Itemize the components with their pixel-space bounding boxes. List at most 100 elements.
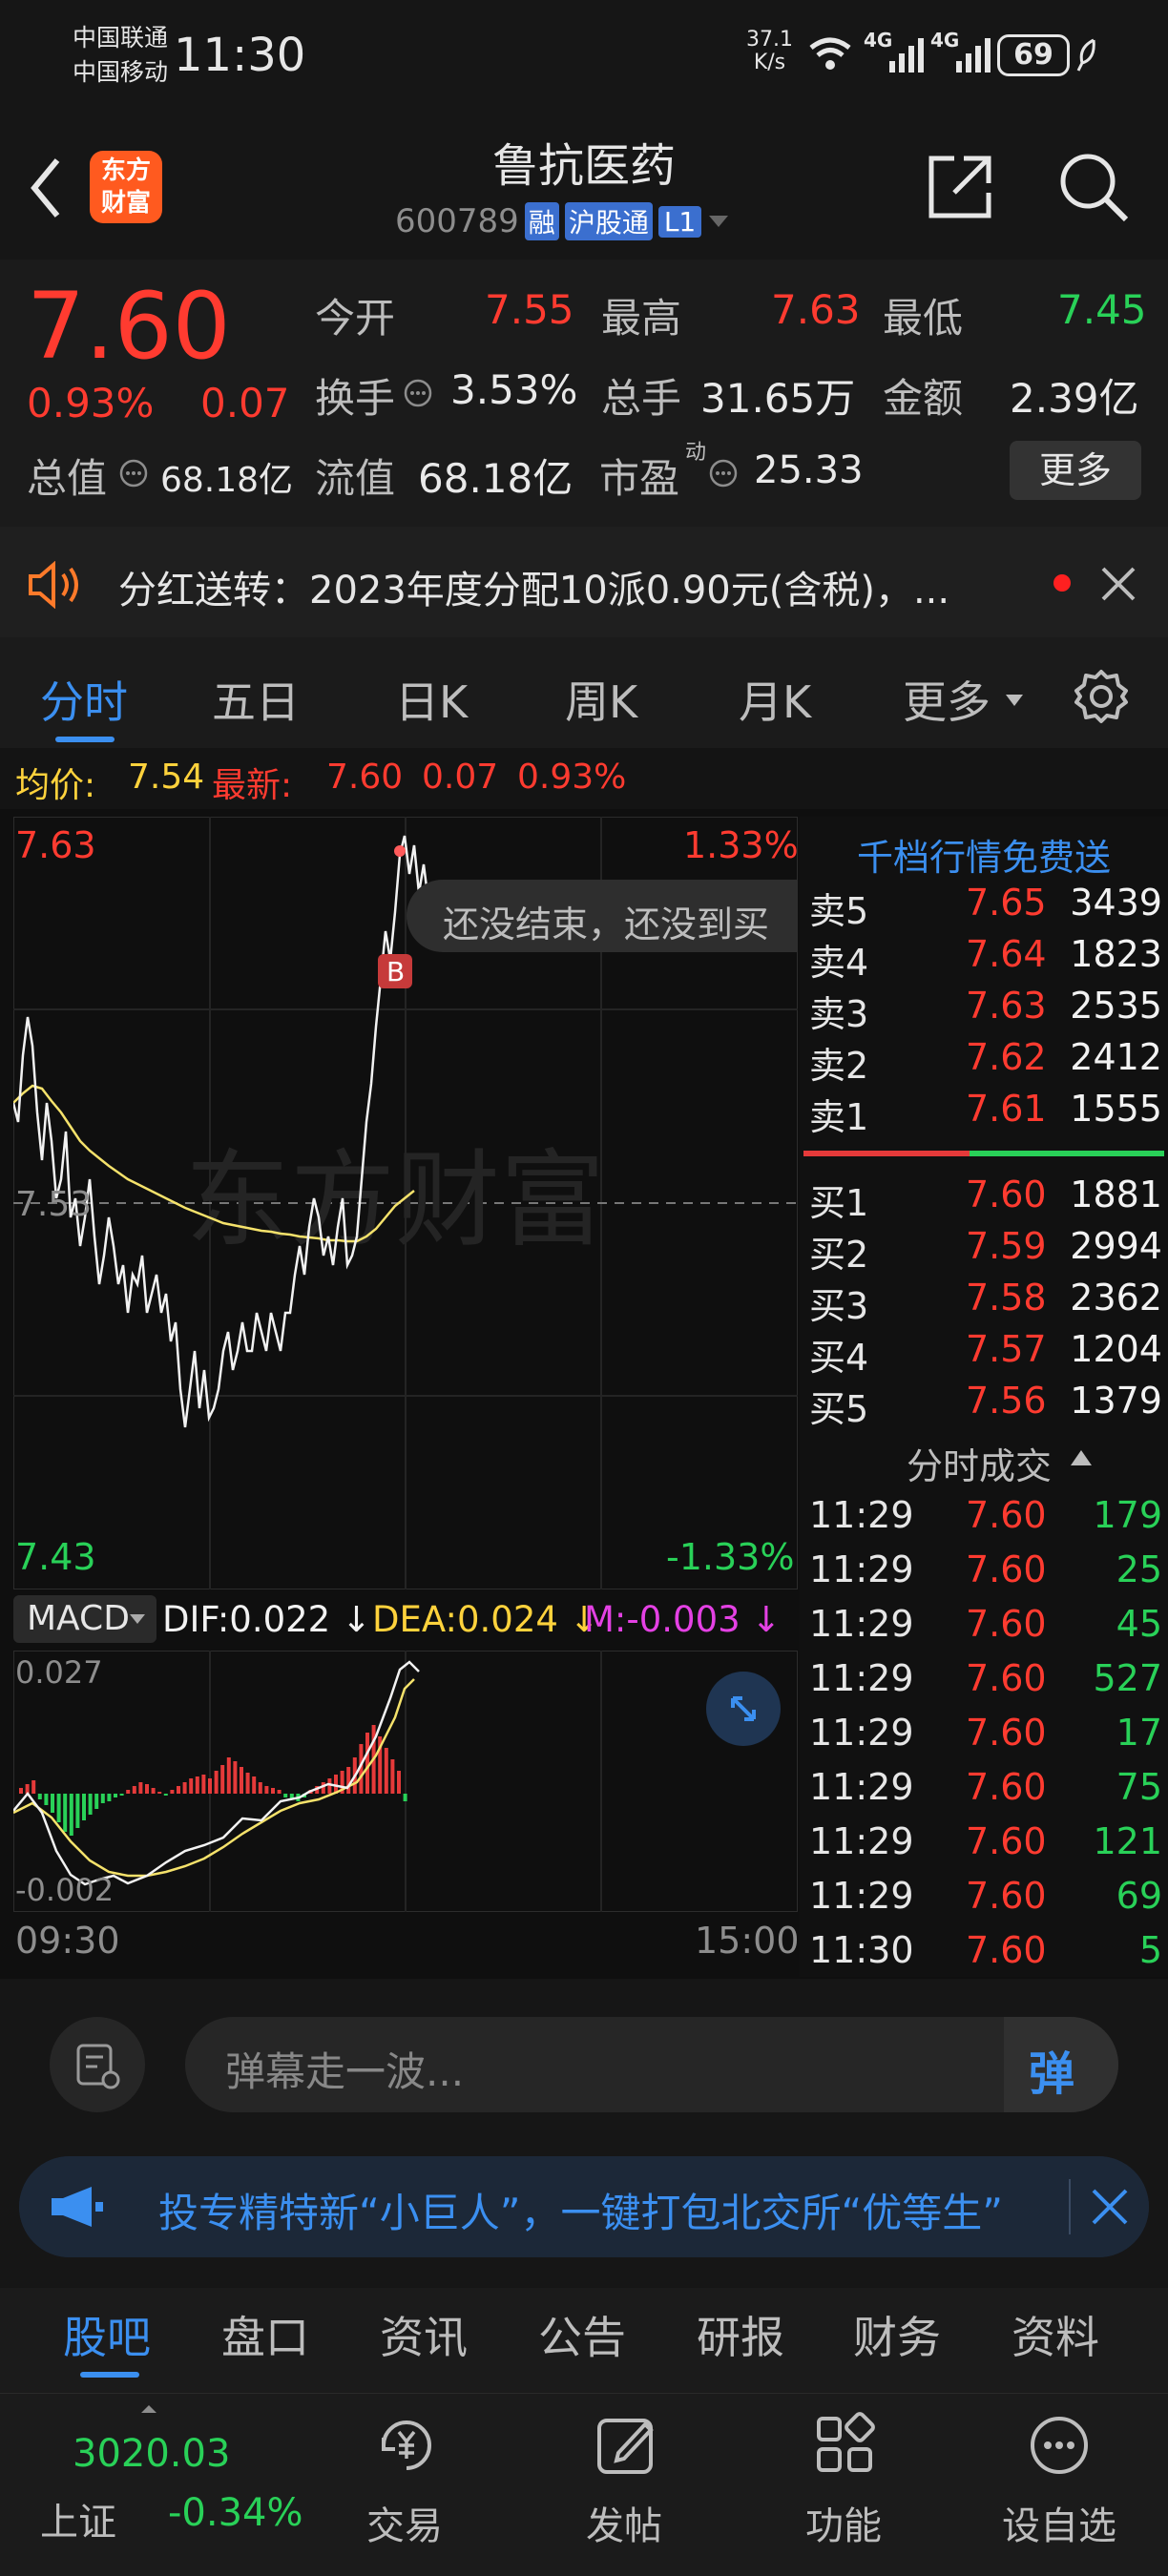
trade-row[interactable]: 11:29 7.60 17	[803, 1712, 1168, 1766]
ask-row[interactable]: 卖2 7.62 2412	[803, 1036, 1168, 1088]
ask-row[interactable]: 卖4 7.64 1823	[803, 933, 1168, 985]
subtab-indicator	[80, 2372, 139, 2378]
tab-orderbook[interactable]: 盘口	[221, 2303, 309, 2366]
post-button[interactable]: 发帖	[563, 2403, 687, 2566]
ask-row[interactable]: 卖5 7.65 3439	[803, 882, 1168, 933]
ad-divider	[1069, 2179, 1071, 2234]
trade-row[interactable]: 11:29 7.60 25	[803, 1548, 1168, 1603]
tab-forum[interactable]: 股吧	[63, 2303, 151, 2366]
features-button[interactable]: 功能	[782, 2403, 907, 2566]
gear-icon[interactable]	[1073, 668, 1130, 725]
bid-ratio-bar	[970, 1151, 1164, 1156]
index-ticker[interactable]: 3020.03 上证 -0.34%	[19, 2403, 305, 2566]
tab-monthly-k[interactable]: 月K	[739, 668, 811, 731]
info-icon[interactable]	[708, 458, 739, 488]
chart-info-bar: 均价: 7.54 最新: 7.60 0.07 0.93%	[0, 748, 1168, 809]
macd-bar	[327, 1778, 332, 1794]
expand-button[interactable]	[706, 1672, 781, 1746]
macd-bar	[271, 1788, 275, 1794]
trade-price: 7.60	[966, 1766, 1047, 1808]
bid-volume: 2362	[1070, 1277, 1162, 1319]
grid-icon	[817, 2412, 875, 2472]
tab-intraday[interactable]: 分时	[40, 668, 128, 731]
trade-row[interactable]: 11:30 7.60 5	[803, 1929, 1168, 1984]
macd-bar	[277, 1790, 282, 1794]
ask-volume: 1555	[1070, 1088, 1162, 1130]
macd-bar	[75, 1794, 80, 1828]
tab-daily-k[interactable]: 日K	[395, 668, 468, 731]
macd-bar	[25, 1784, 30, 1794]
macd-bar	[321, 1782, 325, 1794]
tab-announcements[interactable]: 公告	[538, 2303, 626, 2366]
chevron-up-icon[interactable]	[1069, 1448, 1094, 1467]
leaf-icon	[1076, 38, 1095, 72]
trade-label: 11:30	[809, 1929, 914, 1971]
tab-five-day[interactable]: 五日	[212, 668, 300, 731]
trade-icon	[382, 2420, 431, 2470]
trade-row[interactable]: 11:29 7.60 69	[803, 1875, 1168, 1929]
tab-research[interactable]: 研报	[697, 2303, 784, 2366]
chat-bubble[interactable]: 还没结束，还没到买	[407, 880, 798, 952]
search-icon[interactable]	[1057, 151, 1130, 223]
ask-row[interactable]: 卖1 7.61 1555	[803, 1088, 1168, 1139]
info-icon[interactable]	[403, 378, 433, 408]
bid-row[interactable]: 买3 7.58 2362	[803, 1277, 1168, 1328]
stock-code: 600789	[395, 202, 519, 240]
turnover-value: 3.53%	[450, 366, 578, 413]
danmu-settings-button[interactable]	[50, 2017, 145, 2112]
bid-row[interactable]: 买1 7.60 1881	[803, 1174, 1168, 1225]
macd-bar	[63, 1794, 68, 1832]
indicator-selector[interactable]: MACD	[13, 1595, 156, 1643]
connect-tag: 沪股通	[564, 202, 653, 240]
tab-finance[interactable]: 财务	[853, 2303, 941, 2366]
ask-price: 7.62	[966, 1036, 1047, 1078]
macd-bar	[170, 1790, 175, 1794]
level-tag[interactable]: L1	[657, 205, 702, 238]
macd-bar	[132, 1786, 136, 1794]
dividend-notice[interactable]: 分红送转：2023年度分配10派0.90元(含税)，...	[0, 527, 1168, 637]
buy-marker-label: B	[386, 956, 405, 987]
status-bar: 中国联通 中国移动 11:30 37.1 K/s 4G 4G 69	[0, 0, 1168, 116]
ask-volume: 2535	[1070, 985, 1162, 1027]
more-button[interactable]: 更多	[1010, 441, 1141, 500]
chevron-down-icon[interactable]	[707, 212, 730, 231]
bid-row[interactable]: 买4 7.57 1204	[803, 1328, 1168, 1380]
trade-price: 7.60	[966, 1603, 1047, 1645]
macd-chart[interactable]	[13, 1651, 798, 1912]
share-icon[interactable]	[926, 153, 994, 221]
danmu-send-button[interactable]: 弹	[1004, 2017, 1118, 2112]
add-watchlist-button[interactable]: 设自选	[992, 2403, 1145, 2566]
tab-more[interactable]: 更多	[903, 668, 991, 731]
macd-bar	[157, 1792, 162, 1794]
trade-row[interactable]: 11:29 7.60 45	[803, 1603, 1168, 1657]
info-icon[interactable]	[118, 458, 149, 488]
macd-bar	[138, 1782, 143, 1794]
tab-profile[interactable]: 资料	[1012, 2303, 1099, 2366]
ask-row[interactable]: 卖3 7.63 2535	[803, 985, 1168, 1036]
tab-news[interactable]: 资讯	[380, 2303, 468, 2366]
macd-bar	[31, 1780, 36, 1794]
close-icon[interactable]	[1090, 2187, 1130, 2227]
tab-weekly-k[interactable]: 周K	[565, 668, 637, 731]
trade-button[interactable]: 交易	[344, 2403, 468, 2566]
bid-label: 买2	[809, 1234, 869, 1276]
forum-banner[interactable]: 投专精特新“小巨人”，一键打包北交所“优等生”	[19, 2156, 1149, 2257]
trade-row[interactable]: 11:29 7.60 527	[803, 1657, 1168, 1712]
ask-label: 卖2	[809, 1045, 869, 1087]
index-percent: -0.34%	[168, 2491, 303, 2535]
y-max-label: 7.63	[15, 824, 96, 866]
trade-row[interactable]: 11:29 7.60 121	[803, 1820, 1168, 1875]
close-icon[interactable]	[1099, 565, 1137, 603]
expand-icon	[731, 1696, 756, 1721]
latest-percent: 0.93%	[517, 758, 627, 797]
bid-row[interactable]: 买5 7.56 1379	[803, 1380, 1168, 1431]
trades-title[interactable]: 分时成交	[907, 1437, 1052, 1489]
trade-row[interactable]: 11:29 7.60 179	[803, 1494, 1168, 1548]
trade-label: 11:29	[809, 1820, 914, 1862]
bid-row[interactable]: 买2 7.59 2994	[803, 1225, 1168, 1277]
ad-text-clip: 投专精特新“小巨人”，一键打包北交所“优等生”	[158, 2181, 1071, 2233]
danmu-input[interactable]: 弹幕走一波... 弹	[185, 2017, 1118, 2112]
trade-volume: 179	[1093, 1494, 1162, 1536]
promo-link[interactable]: 千档行情免费送	[803, 828, 1164, 881]
trade-row[interactable]: 11:29 7.60 75	[803, 1766, 1168, 1820]
